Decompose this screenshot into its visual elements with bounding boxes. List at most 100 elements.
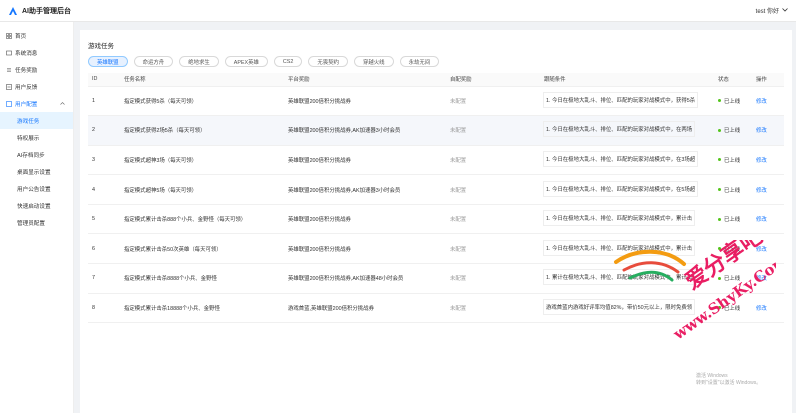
col-action: 操作: [752, 73, 784, 87]
table-header: ID 任务名称 平台奖励 自配奖励 跟随条件 状态 操作: [88, 73, 784, 87]
sidebar-item-feedback[interactable]: 用户反馈: [0, 78, 73, 95]
cell-platform-reward: 英雄联盟200倍积分挑战券,AK加速器3小时会员: [284, 174, 446, 205]
sidebar-item-home[interactable]: 首页: [0, 27, 73, 44]
col-id: ID: [88, 73, 120, 87]
condition-text: 1. 今日在极地大乱斗、排位、匹配的玩家对战模式中，在3场超: [544, 152, 697, 166]
brand[interactable]: AI助手管理后台: [8, 6, 71, 16]
status-badge: 已上线: [724, 187, 741, 194]
online-dot-icon: [718, 128, 721, 132]
cell-condition: 1. 今日在极地大乱斗、排位、匹配的玩家对战模式中，在3场超: [540, 145, 714, 176]
status-badge: 已上线: [724, 98, 741, 105]
windows-activation-notice: 激活 Windows 转到"设置"以激活 Windows。: [696, 373, 761, 387]
cell-condition: 1. 今日在极地大乱斗、排位、匹配的玩家对战模式中，在两场: [540, 115, 714, 146]
col-task-name: 任务名称: [120, 73, 284, 87]
user-config-icon: [6, 100, 12, 107]
sidebar-item-game-tasks[interactable]: 游戏任务: [0, 112, 73, 129]
cell-condition: 1. 今日在极地大乱斗、排位、匹配的玩家对战模式中，在5场超: [540, 174, 714, 205]
feedback-icon: [6, 83, 12, 90]
cell-platform-reward: 英雄联盟200倍积分挑战券: [284, 204, 446, 235]
sidebar-item-desktop-display[interactable]: 桌面显示设置: [0, 163, 73, 180]
cell-platform-reward: 英雄联盟200倍积分挑战券,AK加速器3小时会员: [284, 115, 446, 146]
cell-task-name: 指定模式超神5场（每天可领）: [120, 174, 284, 205]
cell-self-reward: 未配置: [446, 293, 540, 324]
chevron-up-icon: [60, 101, 65, 107]
col-platform-reward: 平台奖励: [284, 73, 446, 87]
cell-task-name: 指定模式累计击杀18888个小兵、金野怪: [120, 293, 284, 324]
tab-lost-ark[interactable]: 命运方舟: [133, 56, 174, 67]
sidebar-group-label: 用户配置: [15, 101, 38, 108]
cell-condition: 1. 今日在极地大乱斗、排位、匹配的玩家对战模式中，累计击: [540, 204, 714, 235]
sidebar-item-admin-config[interactable]: 管理员配置: [0, 214, 73, 231]
cell-status: 已上线: [714, 86, 752, 117]
cell-task-name: 指定模式超神3场（每天可领）: [120, 145, 284, 176]
status-badge: 已上线: [724, 217, 741, 224]
cell-self-reward: 未配置: [446, 115, 540, 146]
cell-id: 6: [88, 233, 120, 265]
cell-action: 修改: [752, 145, 784, 176]
sidebar: 首页 系统消息 任务奖励 用户反馈 用户配置 游戏任务 特权展示 AI存档同步 …: [0, 22, 74, 413]
sidebar-item-ai-save-sync[interactable]: AI存档同步: [0, 146, 73, 163]
table-row: 5 指定模式累计击杀888个小兵、金野怪（每天可领） 英雄联盟200倍积分挑战券…: [88, 204, 784, 235]
cell-action: 修改: [752, 115, 784, 146]
game-tabs: 英雄联盟 命运方舟 绝地求生 APEX英雄 CS2 无畏契约 穿越火线 永劫无间: [88, 56, 784, 67]
sidebar-group-user-config[interactable]: 用户配置: [0, 95, 73, 112]
task-icon: [6, 67, 12, 73]
cell-id: 2: [88, 115, 120, 146]
edit-link[interactable]: 修改: [756, 188, 767, 194]
cell-task-name: 指定模式累计击杀50次英雄（每天可领）: [120, 233, 284, 265]
table-row: 4 指定模式超神5场（每天可领） 英雄联盟200倍积分挑战券,AK加速器3小时会…: [88, 174, 784, 205]
cell-id: 3: [88, 145, 120, 176]
user-menu[interactable]: test 你好: [756, 6, 788, 15]
status-badge: 已上线: [724, 157, 741, 164]
cell-status: 已上线: [714, 174, 752, 205]
online-dot-icon: [718, 99, 721, 103]
cell-self-reward: 未配置: [446, 86, 540, 117]
cell-status: 已上线: [714, 145, 752, 176]
cell-id: 5: [88, 204, 120, 235]
sidebar-item-rewards[interactable]: 任务奖励: [0, 61, 73, 78]
message-icon: [6, 50, 12, 56]
cell-self-reward: 未配置: [446, 145, 540, 176]
tab-naraka[interactable]: 永劫无间: [399, 56, 440, 67]
col-condition: 跟随条件: [540, 73, 714, 87]
cell-self-reward: 未配置: [446, 204, 540, 235]
cell-id: 4: [88, 174, 120, 205]
cell-action: 修改: [752, 204, 784, 235]
cell-task-name: 指定模式累计击杀8888个小兵、金野怪: [120, 263, 284, 294]
edit-link[interactable]: 修改: [756, 128, 767, 134]
tab-pubg[interactable]: 绝地求生: [179, 56, 219, 67]
cell-self-reward: 未配置: [446, 233, 540, 265]
tab-cs2[interactable]: CS2: [273, 56, 303, 67]
app-title: AI助手管理后台: [22, 7, 71, 15]
sidebar-item-messages[interactable]: 系统消息: [0, 44, 73, 61]
cell-task-name: 指定模式获得2场5杀（每天可领）: [120, 115, 284, 146]
sidebar-item-label: 用户反馈: [15, 84, 38, 91]
tab-apex[interactable]: APEX英雄: [224, 56, 268, 67]
condition-text: 1. 今日在极地大乱斗、排位、匹配的玩家对战模式中，在两场: [544, 122, 694, 136]
tab-valorant[interactable]: 无畏契约: [308, 56, 348, 67]
edit-link[interactable]: 修改: [756, 99, 767, 105]
cell-platform-reward: 英雄联盟200倍积分挑战券: [284, 233, 446, 265]
cell-self-reward: 未配置: [446, 263, 540, 294]
home-icon: [6, 32, 12, 39]
cell-platform-reward: 英雄联盟200倍积分挑战券,AK加速器48小时会员: [284, 263, 446, 294]
tab-crossfire[interactable]: 穿越火线: [353, 56, 394, 67]
cell-self-reward: 未配置: [446, 174, 540, 205]
sidebar-item-privileges[interactable]: 特权展示: [0, 129, 73, 146]
logo-icon: [8, 6, 18, 16]
cell-id: 7: [88, 263, 120, 294]
edit-link[interactable]: 修改: [756, 217, 767, 223]
table-row: 1 指定模式获得5杀（每天可领） 英雄联盟200倍积分挑战券 未配置 1. 今日…: [88, 86, 784, 117]
windows-activation-hint: 转到"设置"以激活 Windows。: [696, 380, 762, 386]
table-row: 3 指定模式超神3场（每天可领） 英雄联盟200倍积分挑战券 未配置 1. 今日…: [88, 145, 784, 176]
chevron-down-icon: [782, 7, 788, 14]
sidebar-item-quick-launch[interactable]: 快速启动设置: [0, 197, 73, 214]
tab-lol[interactable]: 英雄联盟: [88, 56, 128, 67]
cell-platform-reward: 游戏首蓝,英雄联盟200倍积分挑战券: [284, 293, 446, 324]
edit-link[interactable]: 修改: [756, 158, 767, 164]
sidebar-item-announcements[interactable]: 用户公告设置: [0, 180, 73, 197]
cell-task-name: 指定模式获得5杀（每天可领）: [120, 86, 284, 117]
cell-condition: 1. 今日在极地大乱斗、排位、匹配的玩家对战模式中，获得5杀: [540, 86, 714, 117]
cell-status: 已上线: [714, 204, 752, 235]
status-badge: 已上线: [724, 128, 741, 135]
